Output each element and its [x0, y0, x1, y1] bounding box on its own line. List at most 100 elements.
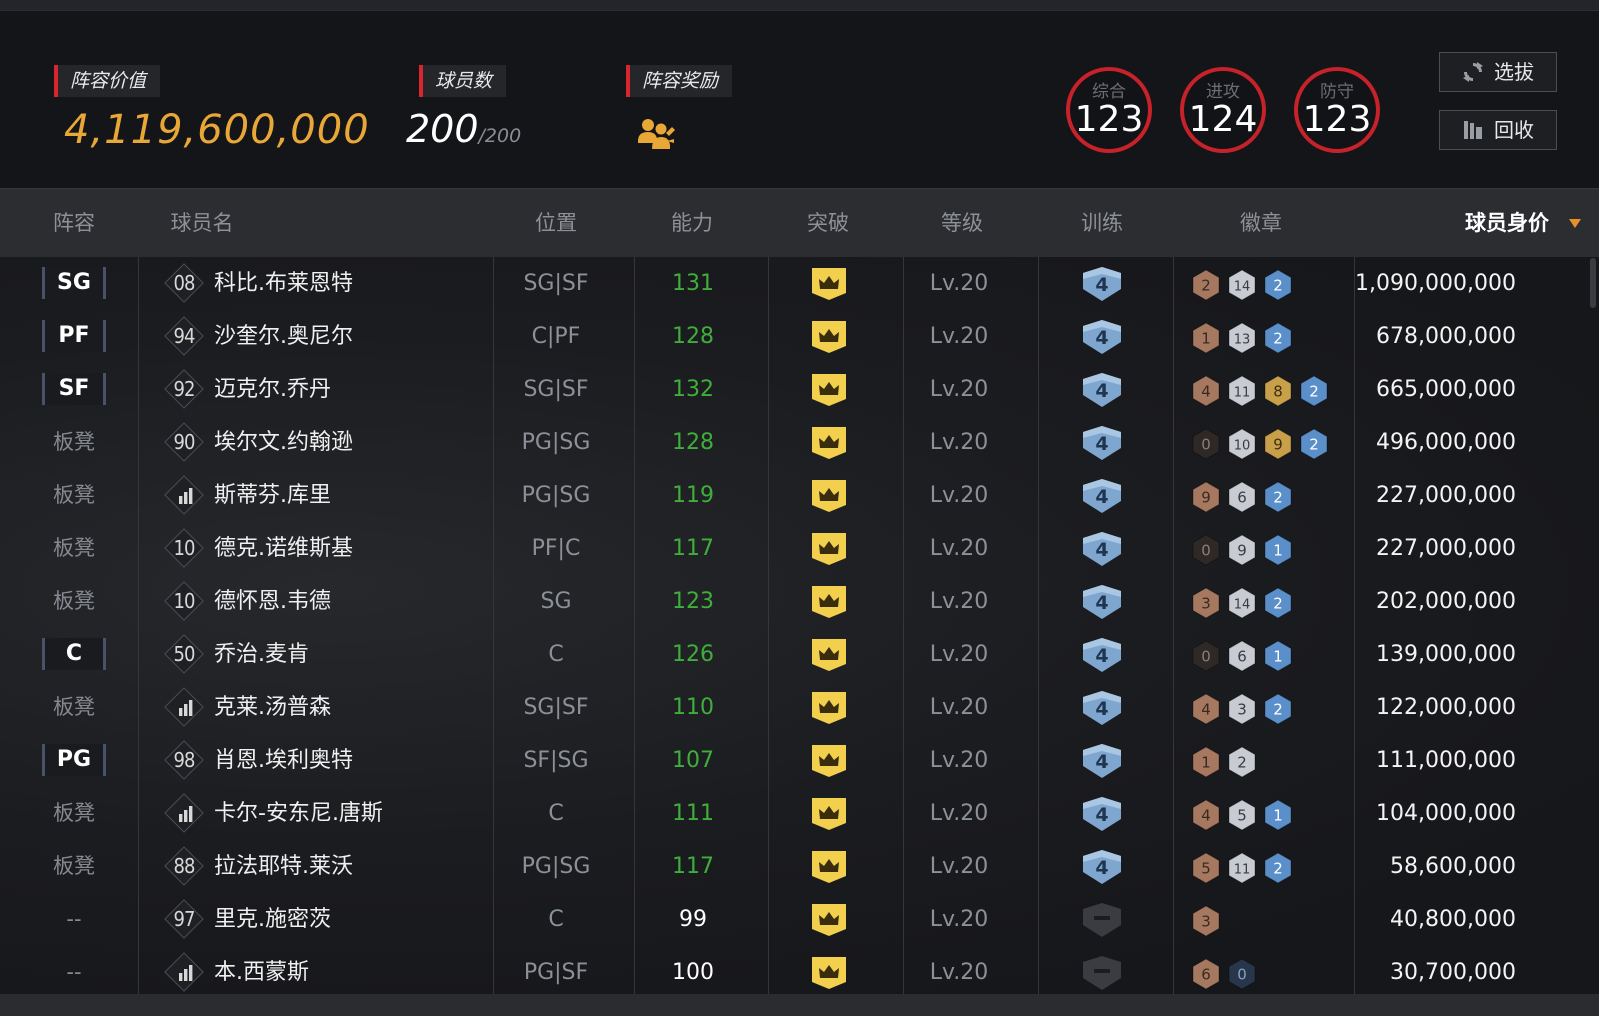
breakthrough-crown-icon[interactable] [811, 957, 847, 989]
badge-hexagon-icon[interactable]: 11 [1227, 852, 1257, 884]
breakthrough-crown-icon[interactable] [811, 904, 847, 936]
lineup-position-tag[interactable]: C [42, 638, 106, 670]
select-button[interactable]: 选拔 [1439, 52, 1557, 92]
badge-hexagon-icon[interactable]: 1 [1263, 640, 1293, 672]
badge-hexagon-icon[interactable]: 3 [1191, 587, 1221, 619]
badge-hexagon-icon[interactable]: 9 [1227, 534, 1257, 566]
badge-hexagon-icon[interactable]: 9 [1263, 428, 1293, 460]
badge-hexagon-icon[interactable]: 1 [1191, 746, 1221, 778]
player-name[interactable]: 埃尔文.约翰逊 [214, 416, 353, 469]
col-lineup[interactable]: 阵容 [38, 189, 110, 257]
badge-hexagon-icon[interactable]: 4 [1191, 375, 1221, 407]
training-shield-icon[interactable]: 4 [1080, 689, 1124, 727]
badge-hexagon-icon[interactable]: 2 [1263, 269, 1293, 301]
lineup-status[interactable]: -- [42, 946, 106, 999]
player-row[interactable]: 板凳 88 拉法耶特.莱沃 PG|SG 117 Lv.20 4 5 11 2 58,600,000 [0, 840, 1599, 893]
badge-hexagon-icon[interactable]: 6 [1191, 958, 1221, 990]
badge-hexagon-icon[interactable]: 5 [1227, 799, 1257, 831]
player-name[interactable]: 克莱.汤普森 [214, 681, 331, 734]
breakthrough-crown-icon[interactable] [811, 798, 847, 830]
training-shield-icon[interactable]: 4 [1080, 636, 1124, 674]
lineup-position-tag[interactable]: SF [42, 373, 106, 405]
sort-desc-icon[interactable] [1569, 219, 1581, 228]
badge-hexagon-icon[interactable]: 14 [1227, 587, 1257, 619]
breakthrough-crown-icon[interactable] [811, 427, 847, 459]
player-name[interactable]: 德克.诺维斯基 [214, 522, 353, 575]
training-shield-icon[interactable]: 4 [1080, 424, 1124, 462]
player-row[interactable]: C 50 乔治.麦肯 C 126 Lv.20 4 0 6 1 139,000,000 [0, 628, 1599, 681]
lineup-status[interactable]: 板凳 [42, 469, 106, 522]
player-row[interactable]: -- 97 里克.施密茨 C 99 Lv.20 3 40,800,000 [0, 893, 1599, 946]
badge-hexagon-icon[interactable]: 13 [1227, 322, 1257, 354]
badge-hexagon-icon[interactable]: 0 [1191, 534, 1221, 566]
player-name[interactable]: 沙奎尔.奥尼尔 [214, 310, 353, 363]
breakthrough-crown-icon[interactable] [811, 533, 847, 565]
breakthrough-crown-icon[interactable] [811, 586, 847, 618]
lineup-status[interactable]: 板凳 [42, 575, 106, 628]
player-row[interactable]: 板凳 10 德克.诺维斯基 PF|C 117 Lv.20 4 0 9 1 227,000,000 [0, 522, 1599, 575]
col-badges[interactable]: 徽章 [1216, 189, 1306, 257]
lineup-status[interactable]: 板凳 [42, 787, 106, 840]
lineup-status[interactable]: 板凳 [42, 681, 106, 734]
col-training[interactable]: 训练 [1062, 189, 1142, 257]
badge-hexagon-icon[interactable]: 1 [1263, 534, 1293, 566]
player-row[interactable]: -- 本.西蒙斯 PG|SF 100 Lv.20 6 0 30,700,000 [0, 946, 1599, 999]
breakthrough-crown-icon[interactable] [811, 268, 847, 300]
lineup-status[interactable]: 板凳 [42, 416, 106, 469]
scrollbar-thumb[interactable] [1590, 258, 1596, 308]
breakthrough-crown-icon[interactable] [811, 321, 847, 353]
player-row[interactable]: SF 92 迈克尔.乔丹 SG|SF 132 Lv.20 4 4 11 8 2 665,000,000 [0, 363, 1599, 416]
badge-hexagon-icon[interactable]: 0 [1227, 958, 1257, 990]
player-name[interactable]: 乔治.麦肯 [214, 628, 309, 681]
breakthrough-crown-icon[interactable] [811, 745, 847, 777]
col-level[interactable]: 等级 [922, 189, 1002, 257]
player-row[interactable]: 板凳 10 德怀恩.韦德 SG 123 Lv.20 4 3 14 2 202,000,000 [0, 575, 1599, 628]
player-row[interactable]: PF 94 沙奎尔.奥尼尔 C|PF 128 Lv.20 4 1 13 2 678,000,000 [0, 310, 1599, 363]
badge-hexagon-icon[interactable]: 4 [1191, 693, 1221, 725]
badge-hexagon-icon[interactable]: 1 [1191, 322, 1221, 354]
lineup-position-tag[interactable]: SG [42, 267, 106, 299]
badge-hexagon-icon[interactable]: 2 [1263, 693, 1293, 725]
player-name[interactable]: 本.西蒙斯 [214, 946, 309, 999]
badge-hexagon-icon[interactable]: 2 [1263, 322, 1293, 354]
player-row[interactable]: 板凳 卡尔-安东尼.唐斯 C 111 Lv.20 4 4 5 1 104,000,000 [0, 787, 1599, 840]
training-shield-icon[interactable]: 4 [1080, 795, 1124, 833]
badge-hexagon-icon[interactable]: 4 [1191, 799, 1221, 831]
badge-hexagon-icon[interactable]: 6 [1227, 640, 1257, 672]
player-row[interactable]: 板凳 90 埃尔文.约翰逊 PG|SG 128 Lv.20 4 0 10 9 2 496,000,00… [0, 416, 1599, 469]
breakthrough-crown-icon[interactable] [811, 480, 847, 512]
training-shield-icon[interactable]: 4 [1080, 371, 1124, 409]
badge-hexagon-icon[interactable]: 0 [1191, 640, 1221, 672]
badge-hexagon-icon[interactable]: 11 [1227, 375, 1257, 407]
badge-hexagon-icon[interactable]: 5 [1191, 852, 1221, 884]
player-name[interactable]: 斯蒂芬.库里 [214, 469, 331, 522]
badge-hexagon-icon[interactable]: 2 [1227, 746, 1257, 778]
training-locked-icon[interactable] [1080, 901, 1124, 939]
badge-hexagon-icon[interactable]: 0 [1191, 428, 1221, 460]
training-shield-icon[interactable]: 4 [1080, 477, 1124, 515]
training-locked-icon[interactable] [1080, 954, 1124, 992]
col-position[interactable]: 位置 [516, 189, 596, 257]
badge-hexagon-icon[interactable]: 8 [1263, 375, 1293, 407]
player-row[interactable]: 板凳 克莱.汤普森 SG|SF 110 Lv.20 4 4 3 2 122,000,000 [0, 681, 1599, 734]
badge-hexagon-icon[interactable]: 2 [1191, 269, 1221, 301]
col-value[interactable]: 球员身价 [1452, 189, 1562, 257]
player-name[interactable]: 卡尔-安东尼.唐斯 [214, 787, 383, 840]
badge-hexagon-icon[interactable]: 6 [1227, 481, 1257, 513]
player-row[interactable]: SG 08 科比.布莱恩特 SG|SF 131 Lv.20 4 2 14 2 1,090,000,0… [0, 257, 1599, 310]
player-row[interactable]: 板凳 斯蒂芬.库里 PG|SG 119 Lv.20 4 9 6 2 227,000,000 [0, 469, 1599, 522]
player-name[interactable]: 里克.施密茨 [214, 893, 331, 946]
col-name[interactable]: 球员名 [160, 189, 244, 257]
badge-hexagon-icon[interactable]: 1 [1263, 799, 1293, 831]
col-breakthrough[interactable]: 突破 [788, 189, 868, 257]
breakthrough-crown-icon[interactable] [811, 639, 847, 671]
badge-hexagon-icon[interactable]: 9 [1191, 481, 1221, 513]
badge-hexagon-icon[interactable]: 2 [1263, 852, 1293, 884]
player-name[interactable]: 拉法耶特.莱沃 [214, 840, 353, 893]
training-shield-icon[interactable]: 4 [1080, 742, 1124, 780]
badge-hexagon-icon[interactable]: 14 [1227, 269, 1257, 301]
training-shield-icon[interactable]: 4 [1080, 530, 1124, 568]
badge-hexagon-icon[interactable]: 2 [1263, 481, 1293, 513]
breakthrough-crown-icon[interactable] [811, 692, 847, 724]
lineup-position-tag[interactable]: PF [42, 320, 106, 352]
